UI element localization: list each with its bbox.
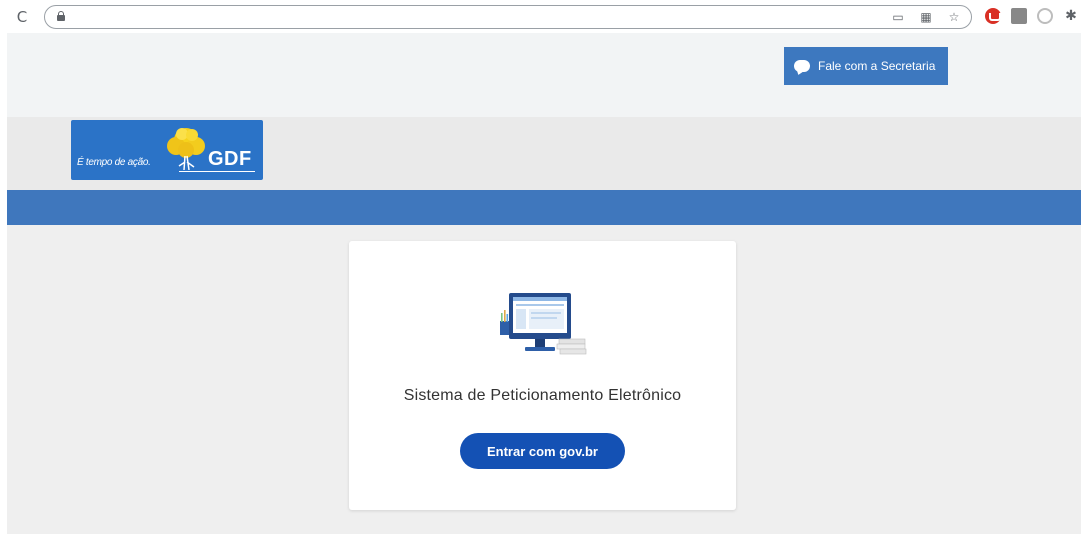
ipe-tree-icon [167, 128, 205, 170]
logo-underline [179, 171, 255, 172]
gdf-logo[interactable]: É tempo de ação. GDF [71, 120, 263, 180]
cast-icon[interactable]: ▭ [891, 10, 905, 24]
logo-brand: GDF [208, 148, 252, 170]
address-bar[interactable]: ▭ ▦ ☆ [44, 5, 972, 29]
login-card: Sistema de Peticionamento Eletrônico Ent… [349, 241, 736, 510]
ring-ext-icon[interactable] [1037, 8, 1053, 24]
contact-secretariat-button[interactable]: Fale com a Secretaria [784, 47, 948, 85]
computer-illustration-icon [500, 293, 587, 355]
govbr-login-button[interactable]: Entrar com gov.br [460, 433, 625, 469]
lock-icon[interactable] [57, 11, 65, 21]
system-title: Sistema de Peticionamento Eletrônico [403, 387, 682, 404]
logo-slogan: É tempo de ação. [77, 157, 151, 168]
red-ext-icon[interactable] [985, 8, 1001, 24]
puzzle-icon[interactable]: ✱ [1063, 8, 1079, 24]
star-icon[interactable]: ☆ [947, 10, 961, 24]
navigation-bar [7, 190, 1081, 225]
reload-icon[interactable]: C [13, 8, 31, 26]
grid-ext-icon[interactable] [1011, 8, 1027, 24]
browser-toolbar: C ▭ ▦ ☆ ✱ [0, 0, 1081, 33]
contact-button-label: Fale com a Secretaria [818, 59, 936, 73]
chat-bubble-icon [794, 60, 810, 72]
qr-icon[interactable]: ▦ [919, 10, 933, 24]
